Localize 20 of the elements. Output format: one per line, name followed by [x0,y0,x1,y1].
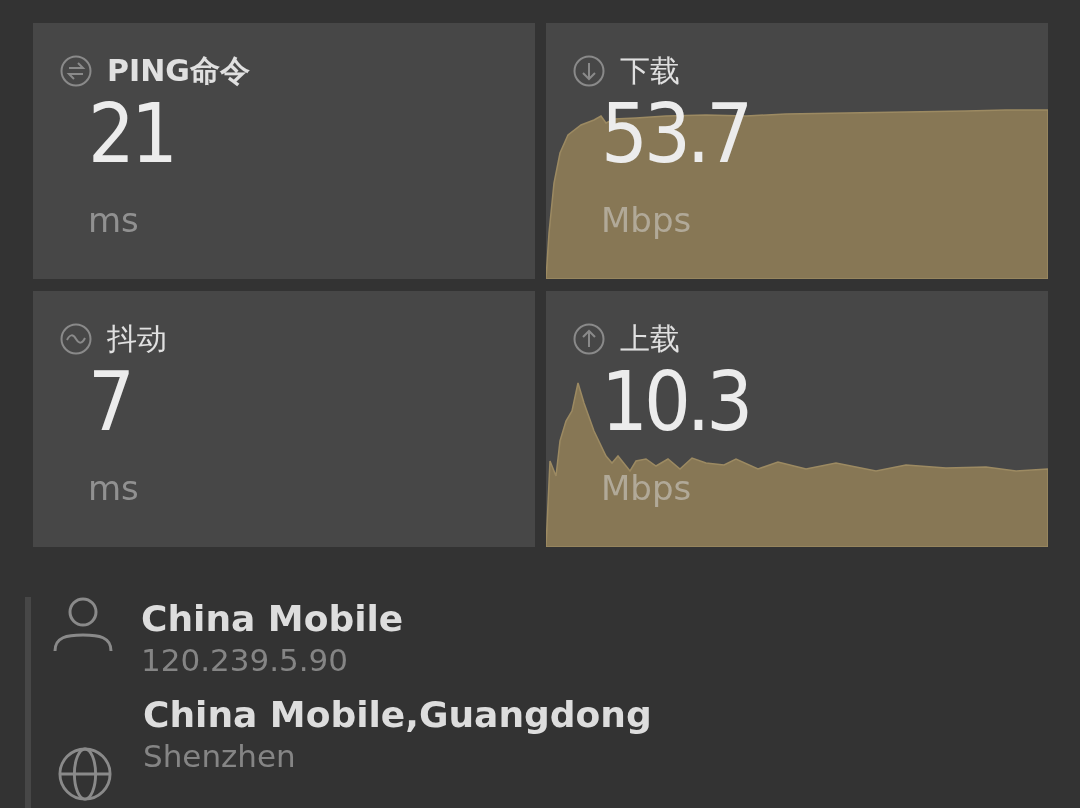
server-city: Shenzhen [143,737,297,775]
metric-label: 上载 [620,322,680,356]
exchange-arrows-icon [60,55,92,87]
metric-unit: ms [88,199,140,242]
provider-name: China Mobile [141,597,404,641]
metric-unit: ms [88,467,140,510]
user-icon [53,597,113,653]
metric-value: 21 [88,90,175,178]
server-name: China Mobile,Guangdong [143,693,652,737]
metric-unit: Mbps [601,467,693,510]
wave-icon [60,323,92,355]
metric-unit: Mbps [601,199,693,242]
ip-address: 120.239.5.90 [141,641,350,679]
metric-label: 下载 [620,54,680,88]
metric-value: 53.7 [601,90,751,178]
metric-label: 抖动 [107,322,167,356]
globe-icon [58,747,112,801]
metric-value: 7 [88,358,132,446]
metric-label: PING命令 [107,54,250,88]
metric-value: 10.3 [601,358,751,446]
